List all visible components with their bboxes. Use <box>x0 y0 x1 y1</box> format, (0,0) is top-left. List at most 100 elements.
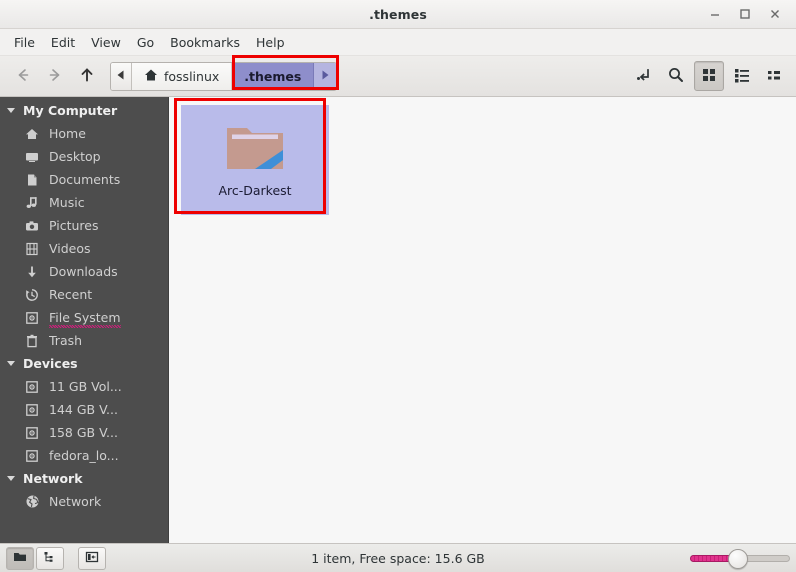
sidebar-item-file-system[interactable]: File System <box>0 306 168 329</box>
breadcrumb-item-fosslinux[interactable]: fosslinux <box>132 62 233 90</box>
sidebar: My Computer Home Desktop Documents Music… <box>0 97 169 543</box>
menubar: File Edit View Go Bookmarks Help <box>0 29 796 56</box>
maximize-button[interactable] <box>732 3 758 25</box>
menu-bookmarks[interactable]: Bookmarks <box>162 32 248 53</box>
sidebar-item-label: 144 GB V... <box>49 402 118 417</box>
folder-icon <box>223 119 287 177</box>
sidebar-item-label: Trash <box>49 333 83 348</box>
breadcrumb-item-themes[interactable]: .themes <box>232 62 315 90</box>
sidebar-item-music[interactable]: Music <box>0 191 168 214</box>
places-icon <box>13 550 27 567</box>
chevron-down-icon <box>6 471 16 486</box>
menu-go[interactable]: Go <box>129 32 162 53</box>
back-button[interactable] <box>8 62 38 90</box>
sidebar-item-volume-11gb[interactable]: 11 GB Vol... <box>0 375 168 398</box>
close-button[interactable] <box>762 3 788 25</box>
film-icon <box>24 241 40 257</box>
up-arrow-icon <box>78 66 96 87</box>
list-view-icon <box>734 67 750 86</box>
desktop-icon <box>24 149 40 165</box>
search-icon <box>667 66 685 87</box>
globe-icon <box>24 494 40 510</box>
search-button[interactable] <box>662 62 690 90</box>
sidebar-item-label: Videos <box>49 241 91 256</box>
sidebar-item-trash[interactable]: Trash <box>0 329 168 352</box>
camera-icon <box>24 218 40 234</box>
sidebar-item-label-wrap: File System <box>49 310 121 328</box>
sidebar-item-label: Home <box>49 126 86 141</box>
music-note-icon <box>24 195 40 211</box>
content-area: My Computer Home Desktop Documents Music… <box>0 97 796 544</box>
sidebar-group-network[interactable]: Network <box>0 467 168 490</box>
sidebar-group-label: My Computer <box>23 103 118 118</box>
drive-icon <box>24 448 40 464</box>
back-arrow-icon <box>14 66 32 87</box>
triangle-left-icon <box>117 69 125 83</box>
triangle-right-icon <box>321 69 329 83</box>
compact-view-button[interactable] <box>760 62 788 90</box>
titlebar: .themes <box>0 0 796 29</box>
sidebar-item-downloads[interactable]: Downloads <box>0 260 168 283</box>
toggle-sidebar-button[interactable] <box>78 546 106 570</box>
home-icon <box>24 126 40 142</box>
home-icon <box>144 68 158 85</box>
zoom-slider-handle[interactable] <box>728 549 748 569</box>
menu-view[interactable]: View <box>83 32 129 53</box>
drive-icon <box>24 425 40 441</box>
sidebar-item-network[interactable]: Network <box>0 490 168 513</box>
document-icon <box>24 172 40 188</box>
sidebar-item-label: File System <box>49 310 121 325</box>
window-controls <box>702 0 788 28</box>
tree-view-button[interactable] <box>36 546 64 570</box>
sidebar-item-documents[interactable]: Documents <box>0 168 168 191</box>
sidebar-item-fedora-volume[interactable]: fedora_lo... <box>0 444 168 467</box>
sidebar-item-label: Recent <box>49 287 93 302</box>
tree-icon <box>43 550 57 567</box>
sidebar-item-volume-158gb[interactable]: 158 GB V... <box>0 421 168 444</box>
sidebar-item-recent[interactable]: Recent <box>0 283 168 306</box>
download-arrow-icon <box>24 264 40 280</box>
file-list-area[interactable]: Arc-Darkest <box>169 97 796 543</box>
file-item-arc-darkest[interactable]: Arc-Darkest <box>181 105 329 215</box>
sidebar-toggle-icon <box>85 550 99 567</box>
drive-icon <box>24 310 40 326</box>
menu-help[interactable]: Help <box>248 32 293 53</box>
breadcrumb-label: fosslinux <box>164 68 220 84</box>
sidebar-item-videos[interactable]: Videos <box>0 237 168 260</box>
location-entry-icon <box>635 66 653 87</box>
menu-file[interactable]: File <box>6 32 43 53</box>
up-button[interactable] <box>72 62 102 90</box>
sidebar-item-label: Music <box>49 195 85 210</box>
sidebar-item-label: Downloads <box>49 264 118 279</box>
sidebar-item-pictures[interactable]: Pictures <box>0 214 168 237</box>
status-text: 1 item, Free space: 15.6 GB <box>311 550 485 566</box>
trash-icon <box>24 333 40 349</box>
breadcrumb-scroll-left-button[interactable] <box>111 62 132 90</box>
sidebar-item-desktop[interactable]: Desktop <box>0 145 168 168</box>
sidebar-group-devices[interactable]: Devices <box>0 352 168 375</box>
sidebar-item-volume-144gb[interactable]: 144 GB V... <box>0 398 168 421</box>
sidebar-group-my-computer[interactable]: My Computer <box>0 99 168 122</box>
list-view-button[interactable] <box>728 62 756 90</box>
location-entry-button[interactable] <box>630 62 658 90</box>
sidebar-item-label: fedora_lo... <box>49 448 119 463</box>
compact-view-icon <box>766 67 782 86</box>
window-title: .themes <box>369 6 427 22</box>
sidebar-item-home[interactable]: Home <box>0 122 168 145</box>
sidebar-item-label: Pictures <box>49 218 99 233</box>
menu-edit[interactable]: Edit <box>43 32 83 53</box>
sidebar-group-label: Network <box>23 471 83 486</box>
zoom-slider[interactable] <box>690 548 790 569</box>
forward-button[interactable] <box>40 62 70 90</box>
drive-icon <box>24 379 40 395</box>
breadcrumb-label: .themes <box>244 68 302 84</box>
spellcheck-underline <box>49 325 121 328</box>
places-view-button[interactable] <box>6 546 34 570</box>
sidebar-item-label: 11 GB Vol... <box>49 379 122 394</box>
breadcrumb: fosslinux .themes <box>110 61 338 91</box>
breadcrumb-scroll-right-button[interactable] <box>314 62 337 90</box>
file-item-label: Arc-Darkest <box>218 183 292 198</box>
icon-view-button[interactable] <box>694 61 724 91</box>
icon-view-icon <box>701 67 717 86</box>
minimize-button[interactable] <box>702 3 728 25</box>
